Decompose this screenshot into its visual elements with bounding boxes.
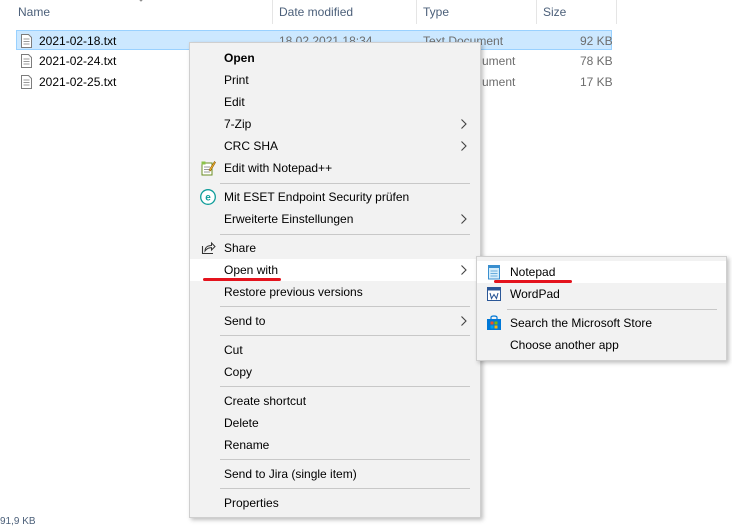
text-file-icon — [21, 75, 32, 89]
menu-item-copy[interactable]: Copy — [190, 361, 480, 383]
context-menu: Open Print Edit 7-Zip CRC SHA Edit with … — [189, 42, 481, 518]
submenu-item-ms-store[interactable]: Search the Microsoft Store — [477, 312, 726, 334]
chevron-right-icon — [461, 214, 467, 224]
eset-icon: e — [200, 189, 216, 205]
menu-item-label: Print — [224, 73, 249, 87]
file-size: 17 KB — [580, 75, 613, 89]
menu-item-label: Cut — [224, 343, 243, 357]
column-header-bar: Name Date modified Type Size — [0, 0, 620, 24]
menu-separator — [220, 306, 470, 307]
menu-item-label: Rename — [224, 438, 270, 452]
wordpad-icon — [487, 287, 501, 301]
menu-separator — [220, 488, 470, 489]
menu-item-delete[interactable]: Delete — [190, 412, 480, 434]
column-divider[interactable] — [272, 0, 273, 24]
menu-item-share[interactable]: Share — [190, 237, 480, 259]
menu-item-crc-sha[interactable]: CRC SHA — [190, 135, 480, 157]
column-name[interactable]: Name — [18, 0, 50, 24]
svg-text:e: e — [205, 193, 211, 204]
menu-item-eset-advanced[interactable]: Erweiterte Einstellungen — [190, 208, 480, 230]
share-icon — [201, 241, 216, 255]
chevron-right-icon — [461, 265, 467, 275]
file-type: ument — [482, 54, 516, 68]
text-file-icon — [21, 34, 32, 48]
menu-item-open[interactable]: Open — [190, 47, 480, 69]
submenu-item-label: WordPad — [510, 287, 560, 301]
menu-separator — [220, 183, 470, 184]
menu-item-label: Mit ESET Endpoint Security prüfen — [224, 190, 410, 204]
chevron-right-icon — [461, 316, 467, 326]
highlight-underline — [494, 280, 572, 283]
open-with-submenu: Notepad WordPad Search the Microsoft Sto… — [476, 256, 727, 361]
menu-item-eset-scan[interactable]: e Mit ESET Endpoint Security prüfen — [190, 186, 480, 208]
menu-item-rename[interactable]: Rename — [190, 434, 480, 456]
menu-item-print[interactable]: Print — [190, 69, 480, 91]
menu-item-cut[interactable]: Cut — [190, 339, 480, 361]
file-type: ument — [482, 75, 516, 89]
chevron-right-icon — [461, 119, 467, 129]
menu-item-7zip[interactable]: 7-Zip — [190, 113, 480, 135]
file-name: 2021-02-24.txt — [39, 54, 117, 68]
submenu-item-label: Choose another app — [510, 338, 619, 352]
menu-item-label: Send to — [224, 314, 266, 328]
menu-item-label: Delete — [224, 416, 259, 430]
sort-ascending-icon — [139, 0, 143, 2]
menu-item-label: Open — [224, 51, 255, 65]
menu-item-label: CRC SHA — [224, 139, 279, 153]
menu-item-edit[interactable]: Edit — [190, 91, 480, 113]
menu-item-restore-versions[interactable]: Restore previous versions — [190, 281, 480, 303]
notepad-plus-plus-icon — [201, 161, 216, 176]
menu-separator — [220, 234, 470, 235]
menu-separator — [507, 309, 717, 310]
notepad-icon — [488, 265, 500, 280]
menu-separator — [220, 459, 470, 460]
menu-item-send-to-jira[interactable]: Send to Jira (single item) — [190, 463, 480, 485]
menu-separator — [220, 386, 470, 387]
menu-item-label: Restore previous versions — [224, 285, 363, 299]
text-file-icon — [21, 54, 32, 68]
menu-item-label: Create shortcut — [224, 394, 307, 408]
column-divider[interactable] — [536, 0, 537, 24]
file-size: 78 KB — [580, 54, 613, 68]
submenu-item-choose-app[interactable]: Choose another app — [477, 334, 726, 356]
highlight-underline — [203, 278, 281, 281]
menu-item-label: Share — [224, 241, 257, 255]
menu-item-edit-notepadpp[interactable]: Edit with Notepad++ — [190, 157, 480, 179]
menu-item-label: Edit — [224, 95, 245, 109]
column-divider[interactable] — [616, 0, 617, 24]
file-size: 92 KB — [580, 34, 613, 48]
menu-item-properties[interactable]: Properties — [190, 492, 480, 514]
file-name: 2021-02-25.txt — [39, 75, 117, 89]
menu-separator — [220, 335, 470, 336]
column-divider[interactable] — [416, 0, 417, 24]
submenu-item-wordpad[interactable]: WordPad — [477, 283, 726, 305]
menu-item-label: Erweiterte Einstellungen — [224, 212, 354, 226]
menu-item-label: Properties — [224, 496, 279, 510]
menu-item-label: Send to Jira (single item) — [224, 467, 357, 481]
menu-item-label: Edit with Notepad++ — [224, 161, 333, 175]
submenu-item-label: Search the Microsoft Store — [510, 316, 653, 330]
column-size[interactable]: Size — [543, 0, 566, 24]
file-name: 2021-02-18.txt — [39, 34, 117, 48]
menu-item-label: 7-Zip — [224, 117, 252, 131]
microsoft-store-icon — [487, 315, 501, 330]
column-type[interactable]: Type — [423, 0, 449, 24]
menu-item-label: Copy — [224, 365, 253, 379]
chevron-right-icon — [461, 141, 467, 151]
column-date-modified[interactable]: Date modified — [279, 0, 353, 24]
menu-item-create-shortcut[interactable]: Create shortcut — [190, 390, 480, 412]
menu-item-send-to[interactable]: Send to — [190, 310, 480, 332]
